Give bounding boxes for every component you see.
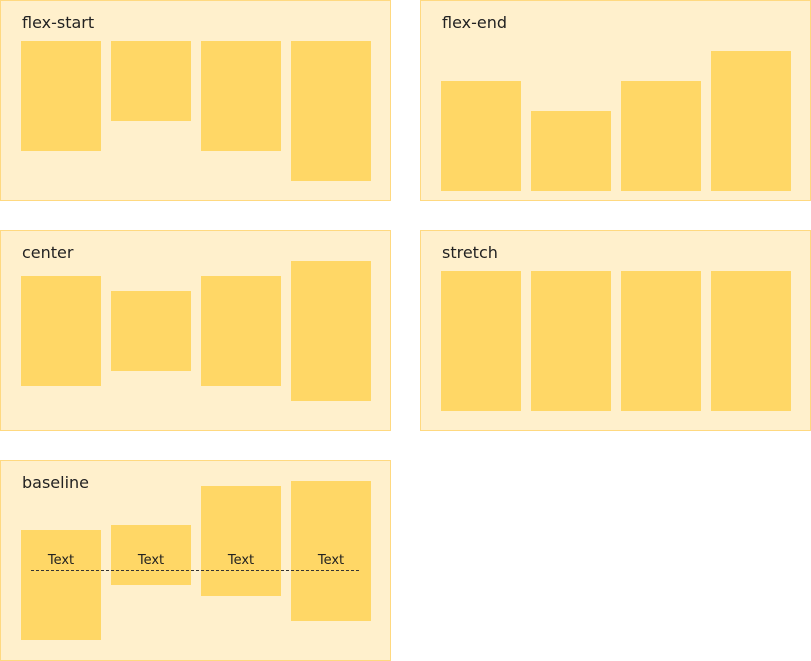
flex-end-item-2: [531, 111, 611, 191]
baseline-item-3: Text: [201, 486, 281, 596]
flex-end-item-4: [711, 51, 791, 191]
flex-start-item-1: [21, 41, 101, 151]
center-label: center: [22, 243, 74, 262]
flex-start-item-3: [201, 41, 281, 151]
baseline-item-4-text: Text: [317, 553, 345, 568]
stretch-panel: stretch: [420, 230, 811, 431]
stretch-label: stretch: [442, 243, 498, 262]
flex-end-item-3: [621, 81, 701, 191]
baseline-panel: baseline Text Text Text Text: [0, 460, 391, 661]
stretch-item-2: [531, 271, 611, 411]
flex-start-panel: flex-start: [0, 0, 391, 201]
stretch-item-3: [621, 271, 701, 411]
baseline-item-1-text: Text: [47, 553, 75, 568]
baseline-item-2-text: Text: [137, 553, 165, 568]
center-panel: center: [0, 230, 391, 431]
flex-end-label: flex-end: [442, 13, 508, 32]
flex-start-item-4: [291, 41, 371, 181]
stretch-item-4: [711, 271, 791, 411]
flex-start-item-2: [111, 41, 191, 121]
baseline-item-2: Text: [111, 525, 191, 585]
flex-end-item-1: [441, 81, 521, 191]
center-item-4: [291, 261, 371, 401]
flex-end-panel: flex-end: [420, 0, 811, 201]
flex-start-label: flex-start: [22, 13, 95, 32]
center-item-1: [21, 276, 101, 386]
baseline-item-1: Text: [21, 530, 101, 640]
stretch-item-1: [441, 271, 521, 411]
baseline-guide-line: [31, 570, 359, 571]
center-item-2: [111, 291, 191, 371]
center-item-3: [201, 276, 281, 386]
baseline-item-3-text: Text: [227, 553, 255, 568]
baseline-item-4: Text: [291, 481, 371, 621]
baseline-label: baseline: [22, 473, 90, 492]
